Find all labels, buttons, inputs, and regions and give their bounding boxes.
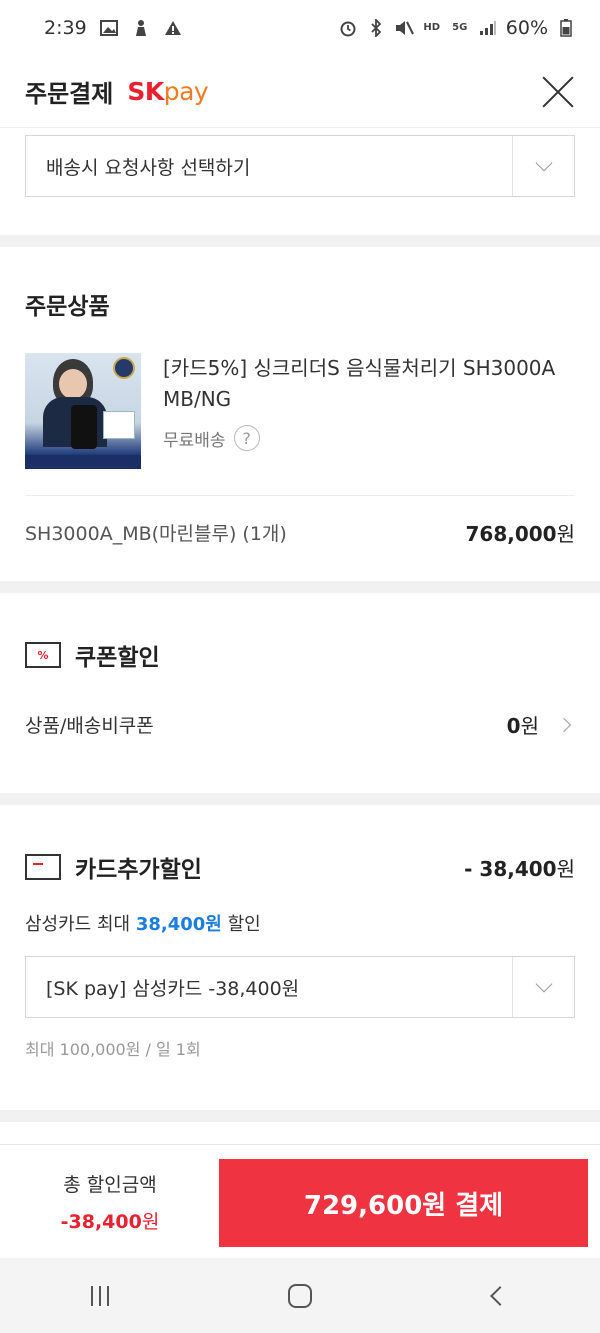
5g-label: 5G xyxy=(452,22,468,33)
coupon-row[interactable]: 상품/배송비쿠폰 0원 xyxy=(0,710,600,739)
signal-icon xyxy=(478,18,498,38)
section-gap xyxy=(0,235,600,247)
shipping-label: 무료배송 xyxy=(163,430,226,451)
card-discount-unit: 원 xyxy=(556,856,575,881)
app-header: 주문결제 SKpay xyxy=(0,56,600,128)
card-icon xyxy=(25,854,61,880)
order-items-title: 주문상품 xyxy=(25,294,110,320)
coupon-title: 쿠폰할인 xyxy=(75,645,160,671)
card-discount-note: 삼성카드 최대 38,400원 할인 xyxy=(0,884,600,936)
pay-button[interactable]: 729,600원 결제 xyxy=(219,1159,588,1247)
delivery-request-select[interactable]: 배송시 요청사항 선택하기 xyxy=(25,135,575,197)
page-title: 주문결제 xyxy=(25,80,114,108)
order-items-section: 주문상품 [카드5%] 싱크리더S 음식물처리기 SH3000A MB/NG 무… xyxy=(0,247,600,581)
note-highlight: 38,400원 xyxy=(135,914,222,935)
product-name[interactable]: [카드5%] 싱크리더S 음식물처리기 SH3000A MB/NG xyxy=(163,353,575,415)
section-gap xyxy=(0,1110,600,1122)
alarm-icon xyxy=(338,18,358,38)
section-gap xyxy=(0,793,600,805)
coupon-row-label: 상품/배송비쿠폰 xyxy=(25,715,154,737)
mute-icon xyxy=(394,18,414,38)
coupon-icon: % xyxy=(25,642,61,668)
product-option: SH3000A_MB(마린블루) (1개) xyxy=(25,522,287,545)
home-button[interactable] xyxy=(270,1266,330,1326)
recent-apps-button[interactable] xyxy=(70,1266,130,1326)
status-time: 2:39 xyxy=(44,17,87,39)
coupon-unit: 원 xyxy=(520,714,539,738)
coupon-row-value: 0원 xyxy=(507,710,539,739)
close-button[interactable] xyxy=(541,75,575,109)
product-item: [카드5%] 싱크리더S 음식물처리기 SH3000A MB/NG 무료배송 ? xyxy=(0,353,600,469)
delivery-dropdown-arrow xyxy=(512,136,574,196)
hd-voice-icon: HD xyxy=(422,18,442,38)
card-limit-text: 최대 100,000원 / 일 1회 xyxy=(25,1040,201,1059)
help-icon[interactable]: ? xyxy=(233,425,260,451)
brand-pay: pay xyxy=(163,77,209,106)
card-discount-value: - 38,400 xyxy=(464,856,557,881)
system-nav-bar xyxy=(0,1258,600,1333)
coupon-value: 0 xyxy=(506,714,521,738)
card-discount-section: 카드추가할인 - 38,400원 삼성카드 최대 38,400원 할인 [SK … xyxy=(0,805,600,1110)
total-discount-amount: -38,400원 xyxy=(61,1207,160,1234)
coupon-section: % 쿠폰할인 상품/배송비쿠폰 0원 xyxy=(0,593,600,793)
total-discount: 총 할인금액 -38,400원 xyxy=(0,1145,220,1258)
note-prefix: 삼성카드 최대 xyxy=(25,914,131,935)
warning-icon xyxy=(163,18,183,38)
brand-sk: SK xyxy=(127,77,164,106)
card-dropdown-arrow xyxy=(512,957,574,1017)
card-discount-title: 카드추가할인 xyxy=(75,857,202,883)
back-button[interactable] xyxy=(470,1266,530,1326)
home-icon xyxy=(288,1283,312,1308)
product-thumbnail[interactable] xyxy=(25,353,141,469)
delivery-request-text: 배송시 요청사항 선택하기 xyxy=(46,156,251,179)
status-bar: 2:39 HD 5G 60% xyxy=(0,0,600,56)
recent-apps-icon xyxy=(91,1285,109,1306)
total-discount-unit: 원 xyxy=(141,1210,160,1233)
total-discount-value: -38,400 xyxy=(60,1210,142,1233)
gallery-icon xyxy=(99,18,119,38)
total-discount-label: 총 할인금액 xyxy=(63,1173,157,1196)
checkout-content: 배송시 요청사항 선택하기 주문상품 [카드5%] 싱크리더S 음식물처리기 S… xyxy=(0,128,600,1122)
payment-bar: 총 할인금액 -38,400원 729,600원 결제 xyxy=(0,1144,600,1258)
sk-pay-logo: SKpay xyxy=(127,77,208,106)
5g-icon: 5G xyxy=(450,18,470,38)
card-select-text: [SK pay] 삼성카드 -38,400원 xyxy=(46,977,300,1000)
product-price-value: 768,000 xyxy=(465,521,557,546)
delivery-request-section: 배송시 요청사항 선택하기 xyxy=(0,128,600,235)
card-select[interactable]: [SK pay] 삼성카드 -38,400원 xyxy=(25,956,575,1018)
section-gap xyxy=(0,581,600,593)
note-suffix: 할인 xyxy=(227,914,261,935)
hd-label: HD xyxy=(423,22,441,33)
product-price-unit: 원 xyxy=(556,521,575,546)
hand-icon xyxy=(131,18,151,38)
bluetooth-icon xyxy=(366,18,386,38)
back-icon xyxy=(490,1285,510,1306)
battery-percent: 60% xyxy=(505,17,548,39)
chevron-right-icon xyxy=(556,717,572,732)
chevron-down-icon xyxy=(535,975,552,993)
product-price: 768,000원 xyxy=(466,518,576,547)
chevron-down-icon xyxy=(535,154,552,172)
card-discount-amount: - 38,400원 xyxy=(464,853,575,882)
option-row: SH3000A_MB(마린블루) (1개) 768,000원 xyxy=(0,496,600,568)
battery-icon xyxy=(556,18,576,38)
